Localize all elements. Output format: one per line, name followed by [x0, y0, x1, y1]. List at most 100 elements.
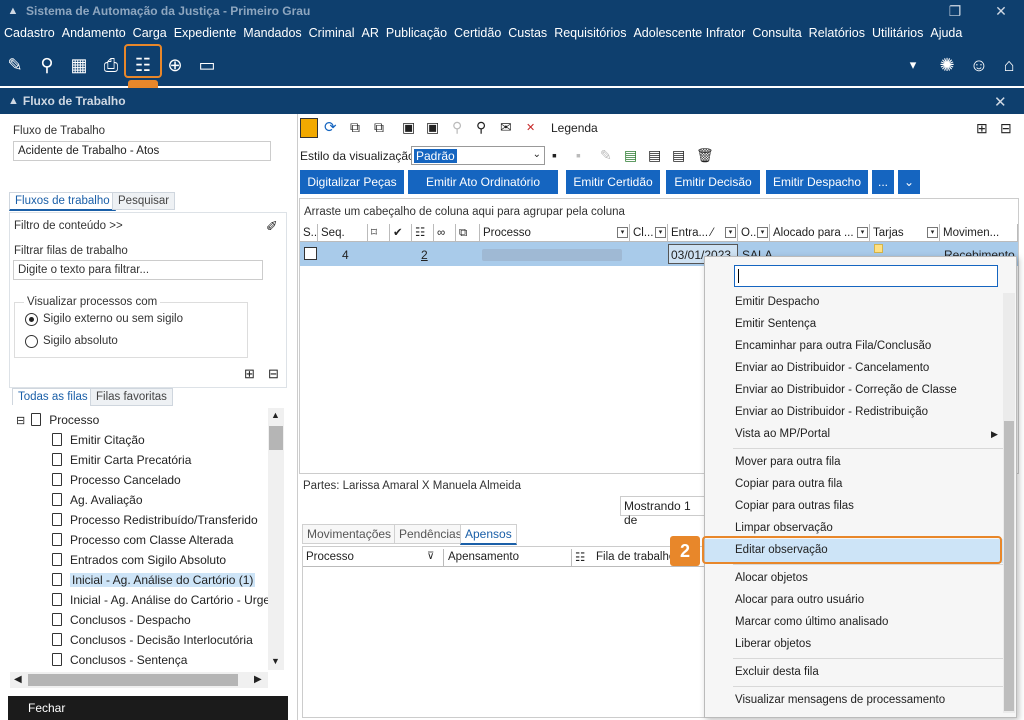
tab-movimentacoes[interactable]: Movimentações	[302, 524, 397, 544]
scroll-up-icon[interactable]: ▲	[271, 410, 280, 420]
filter-icon[interactable]: ▾	[725, 227, 736, 238]
col-alocado[interactable]: Alocado para ... ▾	[770, 224, 870, 242]
more-buttons[interactable]: ...	[872, 170, 894, 194]
filter-icon[interactable]: ▾	[757, 227, 768, 238]
calendar-icon[interactable]: ▦	[66, 52, 92, 78]
digitalizar-pecas-button[interactable]: Digitalizar Peças	[300, 170, 404, 194]
tree-item[interactable]: Conclusos - Despacho	[52, 610, 191, 630]
menu-custas[interactable]: Custas	[508, 26, 547, 40]
tree-vertical-scrollbar[interactable]: ▲ ▼	[268, 408, 284, 670]
filter-icon[interactable]: ▾	[655, 227, 666, 238]
tree-item[interactable]: Emitir Citação	[52, 430, 145, 450]
tree-item[interactable]: Ag. Avaliação	[52, 490, 143, 510]
collapse-all-icon[interactable]: ⊟	[1000, 120, 1012, 137]
legenda-label[interactable]: Legenda	[551, 121, 598, 135]
menu-alocar-objetos[interactable]: Alocar objetos	[735, 572, 808, 584]
edit-icon[interactable]: ✎	[2, 52, 28, 78]
tab-pendencias[interactable]: Pendências	[394, 524, 467, 544]
apensos-col-apensamento[interactable]: Apensamento	[448, 551, 519, 563]
row-checkbox[interactable]	[304, 247, 317, 260]
close-window-button[interactable]: ✕	[978, 0, 1024, 22]
col-processo[interactable]: Processo ▾	[480, 224, 630, 242]
menu-cadastro[interactable]: Cadastro	[4, 26, 55, 40]
col-copy-icon[interactable]: ⧉	[456, 224, 480, 242]
scroll-right-icon[interactable]: ▶	[254, 674, 262, 685]
apensos-col-processo[interactable]: Processo	[306, 551, 354, 563]
emitir-despacho-button[interactable]: Emitir Despacho	[766, 170, 868, 194]
search-icon[interactable]: ⚲	[34, 52, 60, 78]
collapse-tree-icon[interactable]: ⊟	[268, 366, 279, 382]
apensos-col-fila[interactable]: Fila de trabalho	[596, 551, 675, 563]
radio-sigilo-externo[interactable]	[25, 313, 38, 326]
menu-consulta[interactable]: Consulta	[752, 26, 801, 40]
filter-icon[interactable]: ⊽	[427, 551, 434, 562]
tree-item[interactable]: Processo Cancelado	[52, 470, 181, 490]
menu-visualizar-mensagens[interactable]: Visualizar mensagens de processamento	[735, 694, 945, 706]
menu-copiar-fila[interactable]: Copiar para outra fila	[735, 478, 842, 490]
col-bookmark-icon[interactable]: ⌑	[368, 224, 390, 242]
emitir-decisao-button[interactable]: Emitir Decisão	[666, 170, 760, 194]
brush-icon[interactable]: ✐	[266, 218, 278, 235]
users-icon[interactable]: ☺	[966, 52, 992, 78]
tree-item[interactable]: Inicial - Ag. Análise do Cartório - Urge…	[52, 590, 268, 610]
menu-emitir-sentenca[interactable]: Emitir Sentença	[735, 318, 816, 330]
tree-item-selected[interactable]: Inicial - Ag. Análise do Cartório (1)	[52, 570, 256, 590]
tree-item[interactable]: Entrados com Sigilo Absoluto	[52, 550, 226, 570]
filter-icon[interactable]: ▾	[857, 227, 868, 238]
context-scrollbar[interactable]	[1003, 293, 1015, 713]
menu-mandados[interactable]: Mandados	[243, 26, 301, 40]
col-link-icon[interactable]: ∞	[434, 224, 456, 242]
tree-item[interactable]: Emitir Carta Precatória	[52, 450, 191, 470]
menu-distribuidor-correcao[interactable]: Enviar ao Distribuidor - Correção de Cla…	[735, 384, 957, 396]
scroll-thumb[interactable]	[269, 426, 283, 450]
restore-icon[interactable]: ❐	[932, 0, 978, 22]
menu-requisitorios[interactable]: Requisitórios	[554, 26, 626, 40]
menu-carga[interactable]: Carga	[133, 26, 167, 40]
menu-expediente[interactable]: Expediente	[174, 26, 237, 40]
hscroll-thumb[interactable]	[28, 674, 238, 686]
tab-todas-filas[interactable]: Todas as filas	[12, 388, 94, 405]
menu-publicacao[interactable]: Publicação	[386, 26, 447, 40]
dropdown-icon[interactable]: ▾	[900, 52, 926, 78]
menu-ajuda[interactable]: Ajuda	[930, 26, 962, 40]
emitir-certidao-button[interactable]: Emitir Certidão	[566, 170, 660, 194]
menu-copiar-filas[interactable]: Copiar para outras filas	[735, 500, 854, 512]
tree-item[interactable]: Conclusos - Decisão Interlocutória	[52, 630, 253, 650]
refresh-icon[interactable]: ⟳	[324, 118, 337, 136]
tab-apensos[interactable]: Apensos	[460, 524, 517, 545]
find-icon[interactable]: ⚲	[476, 119, 486, 136]
tree-horizontal-scrollbar[interactable]: ◀ ▶	[10, 672, 268, 688]
export-icon[interactable]: ▤	[672, 147, 685, 164]
menu-certidao[interactable]: Certidão	[454, 26, 501, 40]
menu-criminal[interactable]: Criminal	[309, 26, 355, 40]
col-movimento[interactable]: Movimen...	[940, 224, 1018, 242]
expand-all-icon[interactable]: ⊞	[976, 120, 988, 137]
expand-tree-icon[interactable]: ⊞	[244, 366, 255, 382]
menu-emitir-despacho[interactable]: Emitir Despacho	[735, 296, 819, 308]
fechar-button[interactable]: Fechar	[8, 696, 288, 720]
menu-marcar-ultimo[interactable]: Marcar como último analisado	[735, 616, 888, 628]
menu-vista-mp[interactable]: Vista ao MP/Portal	[735, 428, 830, 440]
more-dropdown-button[interactable]: ⌄	[898, 170, 920, 194]
menu-distribuidor-cancelamento[interactable]: Enviar ao Distribuidor - Cancelamento	[735, 362, 929, 374]
menu-distribuidor-redistribuicao[interactable]: Enviar ao Distribuidor - Redistribuição	[735, 406, 928, 418]
col-tarjas[interactable]: Tarjas ▾	[870, 224, 940, 242]
scroll-down-icon[interactable]: ▼	[271, 656, 280, 666]
context-search-input[interactable]	[734, 265, 998, 287]
col-s[interactable]: S...	[300, 224, 318, 242]
inbox-icon[interactable]: ▭	[194, 52, 220, 78]
tree-item[interactable]: Processo com Classe Alterada	[52, 530, 233, 550]
flag-icon[interactable]	[300, 118, 318, 138]
fluxo-field[interactable]: Acidente de Trabalho - Atos	[13, 141, 271, 161]
menu-mover-fila[interactable]: Mover para outra fila	[735, 456, 840, 468]
trash-icon[interactable]: 🗑	[696, 147, 714, 164]
radio-sigilo-absoluto[interactable]	[25, 335, 38, 348]
menu-utilitarios[interactable]: Utilitários	[872, 26, 923, 40]
col-seq[interactable]: Seq.	[318, 224, 368, 242]
col-check-icon[interactable]: ✔	[390, 224, 412, 242]
add-document-icon[interactable]: ⊕	[162, 52, 188, 78]
menu-encaminhar[interactable]: Encaminhar para outra Fila/Conclusão	[735, 340, 931, 352]
filtro-conteudo-link[interactable]: Filtro de conteúdo >>	[14, 220, 123, 232]
menu-ar[interactable]: AR	[362, 26, 379, 40]
menu-limpar-observacao[interactable]: Limpar observação	[735, 522, 833, 534]
